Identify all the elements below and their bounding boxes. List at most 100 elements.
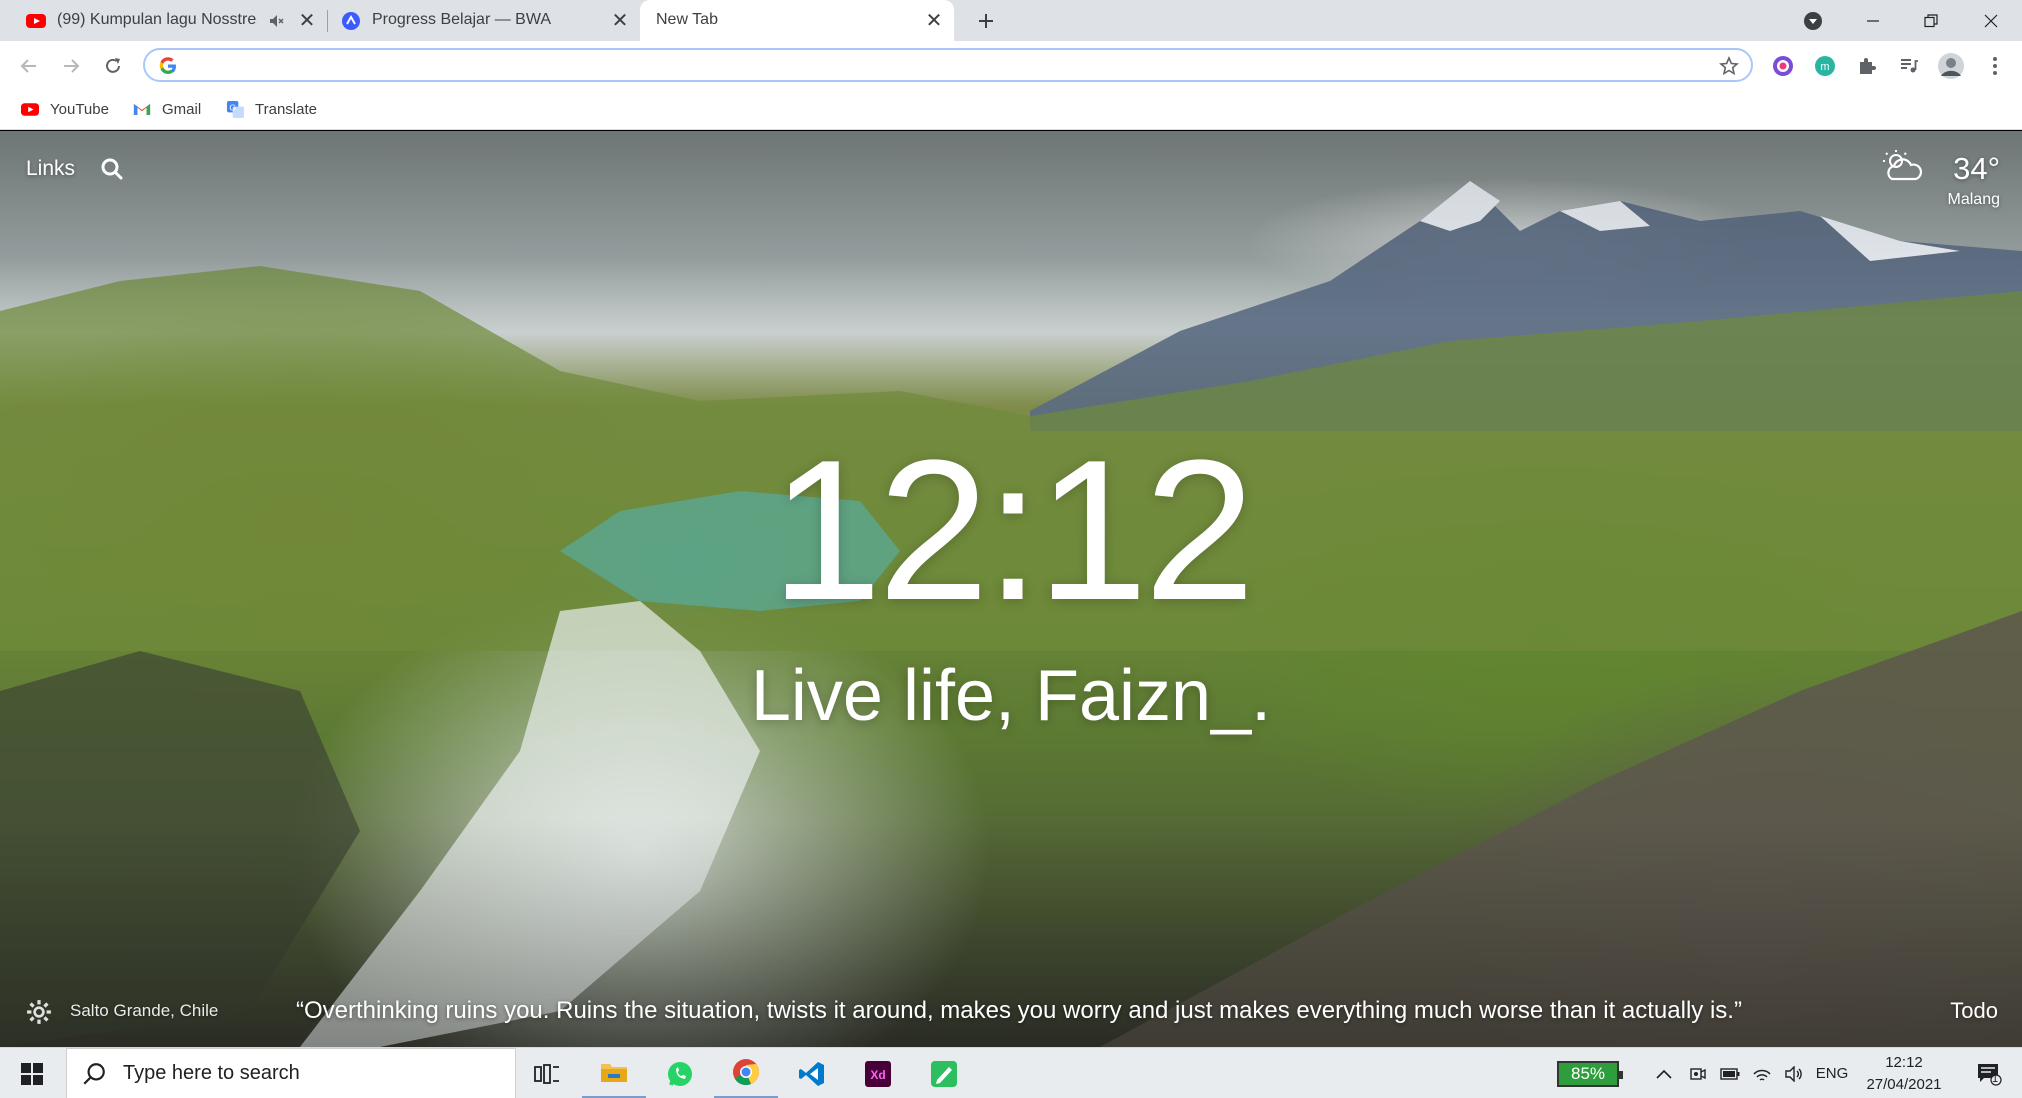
meet-now-button[interactable] <box>1684 1048 1712 1098</box>
svg-text:Xd: Xd <box>870 1068 885 1082</box>
playlist-icon <box>1901 59 1918 73</box>
restore-icon <box>1924 13 1938 27</box>
chevron-up-icon <box>1656 1069 1672 1079</box>
reload-button[interactable] <box>96 49 130 83</box>
close-window-button[interactable] <box>1960 0 2022 41</box>
plus-icon <box>979 14 993 28</box>
network-tray-icon[interactable] <box>1748 1048 1776 1098</box>
taskbar-evernote[interactable] <box>912 1048 976 1098</box>
tab-new-tab[interactable]: New Tab ✕ <box>640 0 954 41</box>
clock[interactable]: 12:12 <box>0 431 2022 631</box>
star-icon[interactable] <box>1719 56 1739 76</box>
notification-count: 1 <box>1992 1073 1999 1085</box>
svg-text:m: m <box>1820 61 1829 73</box>
input-language[interactable]: ENG <box>1812 1048 1852 1098</box>
tab-bwa[interactable]: Progress Belajar — BWA ✕ <box>310 0 640 41</box>
omnibox-input[interactable] <box>189 54 1689 76</box>
forward-button[interactable] <box>54 49 88 83</box>
start-button[interactable] <box>0 1048 64 1098</box>
google-icon <box>159 57 176 74</box>
adobe-xd-icon: Xd <box>865 1060 891 1087</box>
tab-title: (99) Kumpulan lagu Nosstres <box>57 11 257 28</box>
tab-youtube[interactable]: (99) Kumpulan lagu Nosstres ✕ <box>0 0 324 41</box>
back-arrow-icon <box>20 59 36 73</box>
action-center-button[interactable]: 1 <box>1964 1048 2014 1098</box>
battery-tray-icon[interactable] <box>1716 1048 1744 1098</box>
new-tab-button[interactable] <box>972 0 1002 41</box>
taskbar-adobe-xd[interactable]: Xd <box>846 1048 910 1098</box>
bookmark-label: Translate <box>255 100 317 118</box>
svg-text:G: G <box>229 102 236 112</box>
media-control-button[interactable] <box>1894 51 1924 81</box>
wifi-icon <box>1753 1069 1771 1081</box>
whatsapp-icon <box>668 1061 692 1086</box>
tab-search-button[interactable] <box>1782 0 1844 41</box>
volume-tray-icon[interactable] <box>1780 1048 1808 1098</box>
speaker-icon <box>1785 1065 1802 1082</box>
weather-widget[interactable]: 34° Malang <box>1880 145 2000 208</box>
taskbar-search-box[interactable]: Type here to search <box>66 1048 516 1098</box>
daily-quote[interactable]: “Overthinking ruins you. Ruins the situa… <box>296 997 1742 1025</box>
avatar <box>1938 53 1964 79</box>
taskbar-file-explorer[interactable] <box>582 1048 646 1098</box>
restore-button[interactable] <box>1900 0 1962 41</box>
weather-temperature: 34° <box>1953 151 2000 186</box>
bookmarks-bar: YouTube Gmail G Translate <box>0 90 2022 130</box>
extension-colorpick[interactable] <box>1768 51 1798 81</box>
extensions-button[interactable] <box>1852 51 1882 81</box>
back-button[interactable] <box>12 49 46 83</box>
extension-momentum[interactable]: m <box>1810 51 1840 81</box>
momentum-icon: m <box>1815 56 1835 76</box>
battery-indicator[interactable]: 85% <box>1557 1061 1623 1087</box>
vscode-icon <box>799 1061 824 1086</box>
kebab-menu-icon <box>1993 57 1997 75</box>
bookmark-label: Gmail <box>162 100 202 118</box>
address-bar[interactable] <box>143 48 1753 82</box>
meet-icon <box>1690 1067 1706 1080</box>
task-view-icon <box>534 1063 559 1084</box>
close-icon[interactable]: ✕ <box>608 8 632 32</box>
minimize-icon <box>1867 19 1879 22</box>
links-button[interactable]: Links <box>26 157 75 181</box>
photo-location[interactable]: Salto Grande, Chile <box>70 1001 218 1021</box>
task-view-button[interactable] <box>515 1048 579 1098</box>
profile-button[interactable] <box>1936 51 1966 81</box>
chevron-down-icon <box>1804 11 1822 30</box>
bookmark-translate[interactable]: G Translate <box>225 96 317 122</box>
bookmark-youtube[interactable]: YouTube <box>20 96 109 122</box>
youtube-icon <box>20 100 40 118</box>
taskbar-search-placeholder: Type here to search <box>123 1062 300 1084</box>
browser-toolbar: m <box>0 41 2022 90</box>
tab-strip: (99) Kumpulan lagu Nosstres ✕ Progress B… <box>0 0 2022 41</box>
tab-title: New Tab <box>656 11 718 28</box>
taskbar-clock[interactable]: 12:12 27/04/2021 <box>1854 1052 1954 1096</box>
tab-title: Progress Belajar — BWA <box>372 11 552 28</box>
menu-button[interactable] <box>1980 51 2010 81</box>
show-hidden-icons[interactable] <box>1650 1048 1678 1098</box>
youtube-icon <box>26 14 46 28</box>
taskbar-date: 27/04/2021 <box>1866 1076 1942 1093</box>
file-explorer-icon <box>601 1064 627 1082</box>
bwa-icon <box>342 12 360 30</box>
todo-button[interactable]: Todo <box>1950 998 1998 1024</box>
bookmark-gmail[interactable]: Gmail <box>132 96 201 122</box>
momentum-dashboard: Links 34° Malang 12:12 Live life, Faizn_… <box>0 131 2022 1047</box>
taskbar-vscode[interactable] <box>780 1048 844 1098</box>
weather-location: Malang <box>1947 191 2000 208</box>
reload-icon <box>106 58 120 73</box>
search-icon <box>83 1062 105 1085</box>
puzzle-icon <box>1860 58 1876 74</box>
translate-icon: G <box>225 100 245 118</box>
speaker-icon[interactable] <box>268 13 284 29</box>
taskbar-chrome[interactable] <box>714 1048 778 1098</box>
minimize-button[interactable] <box>1842 0 1904 41</box>
taskbar-time: 12:12 <box>1885 1054 1923 1071</box>
evernote-icon <box>931 1060 957 1087</box>
windows-taskbar: Type here to search Xd 85% ENG 12:12 27/… <box>0 1047 2022 1098</box>
taskbar-whatsapp[interactable] <box>648 1048 712 1098</box>
windows-logo-icon <box>21 1062 43 1085</box>
greeting: Live life, Faizn_. <box>750 656 1272 736</box>
search-icon[interactable] <box>100 157 124 181</box>
close-icon[interactable]: ✕ <box>922 8 946 32</box>
gear-icon[interactable] <box>26 999 52 1025</box>
